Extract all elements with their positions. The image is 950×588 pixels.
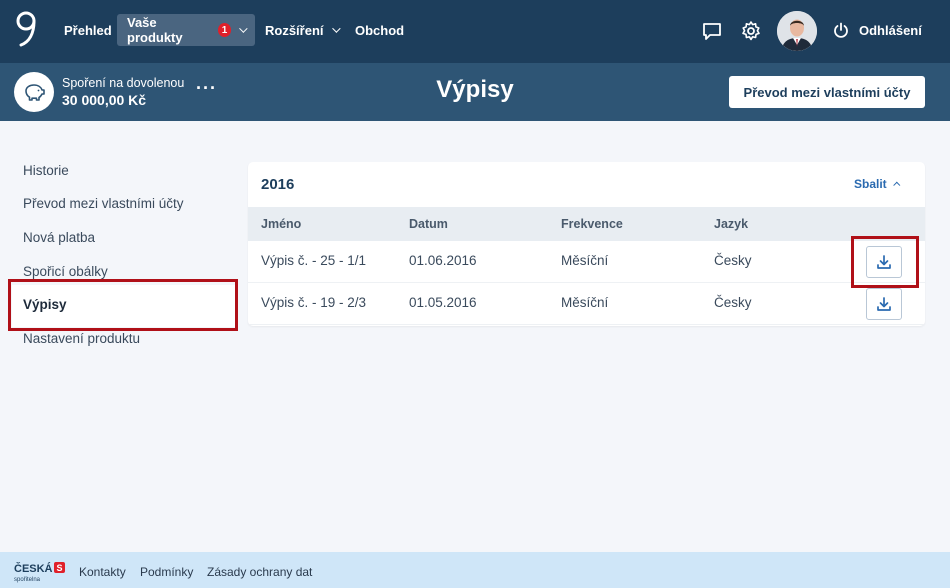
column-header-name: Jméno bbox=[261, 217, 302, 231]
download-button[interactable] bbox=[866, 288, 902, 320]
sidebar-item-transfer[interactable]: Převod mezi vlastními účty bbox=[23, 196, 184, 211]
column-header-date: Datum bbox=[409, 217, 448, 231]
table-header: Jméno Datum Frekvence Jazyk bbox=[248, 207, 925, 241]
avatar[interactable] bbox=[777, 11, 817, 51]
column-header-language: Jazyk bbox=[714, 217, 749, 231]
statement-frequency: Měsíční bbox=[561, 295, 609, 310]
logout-button[interactable]: Odhlášení bbox=[833, 14, 922, 46]
sidebar-item-product-settings[interactable]: Nastavení produktu bbox=[23, 331, 140, 346]
svg-text:spořitelna: spořitelna bbox=[14, 577, 41, 583]
collapse-button[interactable]: Sbalit bbox=[854, 177, 901, 191]
nav-item-extensions[interactable]: Rozšíření bbox=[255, 14, 348, 46]
sidebar-item-new-payment[interactable]: Nová platba bbox=[23, 230, 95, 245]
nav-item-label: Přehled bbox=[64, 22, 112, 38]
statements-card: 2016 Sbalit Jméno Datum Frekvence Jazyk … bbox=[248, 162, 925, 326]
more-options-button[interactable]: ··· bbox=[196, 78, 217, 99]
nav-item-label: Vaše produkty bbox=[127, 15, 183, 45]
chevron-up-icon bbox=[892, 181, 901, 189]
sidebar-item-saving-envelopes[interactable]: Spořicí obálky bbox=[23, 264, 108, 279]
power-icon bbox=[834, 22, 848, 38]
sidebar-item-history[interactable]: Historie bbox=[23, 163, 69, 178]
piggy-bank-icon bbox=[14, 72, 54, 112]
table-row: Výpis č. - 19 - 2/3 01.05.2016 Měsíční Č… bbox=[248, 283, 925, 325]
table-row: Výpis č. - 25 - 1/1 01.06.2016 Měsíční Č… bbox=[248, 241, 925, 283]
statement-date: 01.06.2016 bbox=[409, 253, 477, 268]
footer-link-terms[interactable]: Podmínky bbox=[140, 565, 193, 579]
notification-badge: 1 bbox=[217, 23, 232, 37]
product-name: Spoření na dovolenou bbox=[62, 76, 185, 90]
product-balance: 30 000,00 Kč bbox=[62, 92, 147, 108]
chat-icon[interactable] bbox=[701, 20, 723, 42]
nav-item-shop[interactable]: Obchod bbox=[345, 14, 414, 46]
nav-item-label: Rozšíření bbox=[265, 22, 324, 38]
svg-text:S: S bbox=[57, 563, 63, 573]
highlight-box bbox=[8, 279, 238, 331]
download-icon bbox=[877, 297, 891, 311]
logo-icon[interactable] bbox=[13, 10, 39, 48]
column-header-frequency: Frekvence bbox=[561, 217, 623, 231]
nav-item-your-products[interactable]: Vaše produkty 1 bbox=[117, 14, 255, 46]
settings-icon[interactable] bbox=[740, 20, 762, 42]
statements-year: 2016 bbox=[261, 176, 295, 193]
statement-language: Česky bbox=[714, 253, 752, 268]
nav-item-label: Obchod bbox=[355, 22, 405, 38]
footer: ČESKÁ spořitelna S Kontakty Podmínky Zás… bbox=[0, 552, 950, 588]
statement-date: 01.05.2016 bbox=[409, 295, 477, 310]
footer-link-contacts[interactable]: Kontakty bbox=[79, 565, 126, 579]
logout-label: Odhlášení bbox=[859, 22, 922, 38]
footer-link-privacy[interactable]: Zásady ochrany dat bbox=[207, 565, 312, 579]
statement-frequency: Měsíční bbox=[561, 253, 609, 268]
chevron-down-icon bbox=[331, 24, 341, 33]
statement-language: Česky bbox=[714, 295, 752, 310]
svg-text:ČESKÁ: ČESKÁ bbox=[14, 562, 53, 575]
product-header: Spoření na dovolenou 30 000,00 Kč ··· Vý… bbox=[0, 63, 950, 121]
nav-item-overview[interactable]: Přehled bbox=[54, 14, 122, 46]
statement-name: Výpis č. - 19 - 2/3 bbox=[261, 295, 367, 310]
collapse-label: Sbalit bbox=[854, 177, 887, 191]
highlight-box bbox=[851, 236, 919, 288]
statement-name: Výpis č. - 25 - 1/1 bbox=[261, 253, 367, 268]
top-navigation: Přehled Vaše produkty 1 Rozšíření Obchod bbox=[0, 0, 950, 63]
ceska-sporitelna-logo: ČESKÁ spořitelna S bbox=[14, 562, 65, 583]
chevron-down-icon bbox=[239, 24, 248, 33]
transfer-between-accounts-button[interactable]: Převod mezi vlastními účty bbox=[729, 76, 925, 108]
